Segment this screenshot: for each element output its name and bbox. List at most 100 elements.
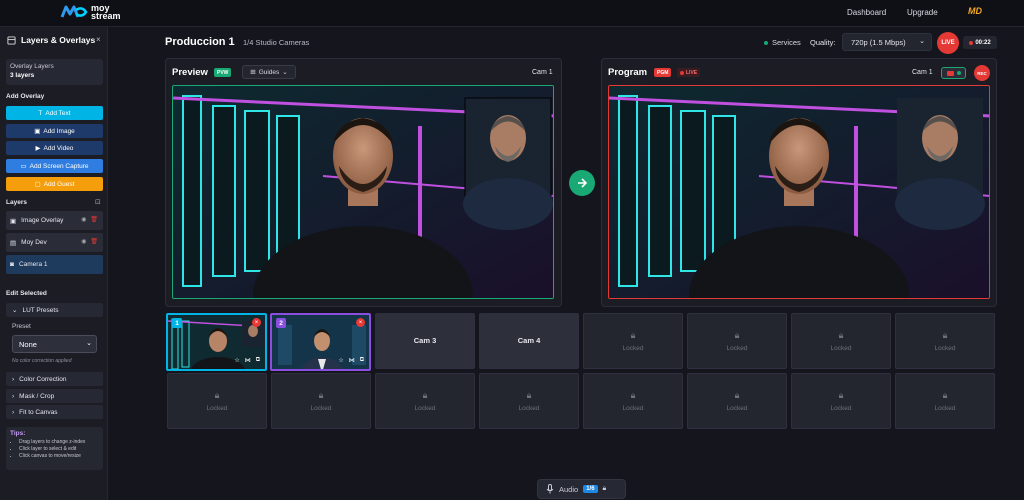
camera-number-badge: 1 (172, 318, 182, 328)
quality-label: Quality: (810, 38, 836, 47)
locked-camera-slot: 🔒︎ Locked (791, 313, 891, 369)
quality-select[interactable]: 720p (1.5 Mbps) ⌄ (842, 33, 932, 51)
locked-label: Locked (830, 345, 852, 352)
add-overlay-heading: Add Overlay (6, 93, 45, 100)
visibility-icon[interactable]: ◉ (81, 216, 86, 223)
go-live-button[interactable]: LIVE (937, 32, 959, 54)
moystream-logo[interactable]: moy stream (60, 4, 121, 21)
locked-label: Locked (726, 345, 748, 352)
lock-icon: 🔒︎ (838, 330, 844, 340)
program-camera-label: Cam 1 (912, 69, 933, 76)
lut-presets-toggle[interactable]: ⌄ LUT Presets (6, 303, 103, 317)
locked-label: Locked (310, 405, 332, 412)
lock-icon: 🔒︎ (602, 485, 607, 492)
tip-item: Click layer to select & edit (19, 446, 99, 453)
layers-expand-icon[interactable]: ⊡ (95, 198, 101, 206)
camera-tile-1[interactable]: 1 × ☆ ⋈ ⧉ (166, 313, 267, 371)
visibility-icon[interactable]: ◉ (81, 238, 86, 245)
share-icon[interactable]: ⋈ (349, 357, 355, 364)
add-screen-capture-button[interactable]: ▭ Add Screen Capture (6, 159, 103, 173)
camera-name: Cam 3 (413, 336, 437, 345)
star-icon[interactable]: ☆ (234, 357, 239, 364)
overlay-layers-count: 3 layers (10, 72, 35, 79)
tip-item: Drag layers to change z-index (19, 439, 99, 446)
trash-icon[interactable]: 🗑 (90, 216, 98, 223)
fit-to-canvas-toggle[interactable]: › Fit to Canvas (6, 405, 103, 419)
layer-label: Camera 1 (18, 261, 48, 268)
nav-upgrade[interactable]: Upgrade (907, 8, 938, 17)
locked-label: Locked (934, 345, 956, 352)
logo-mark-icon (60, 5, 88, 18)
mask-crop-toggle[interactable]: › Mask / Crop (6, 389, 103, 403)
locked-label: Locked (622, 345, 644, 352)
lock-icon: 🔒︎ (734, 390, 740, 400)
add-text-button[interactable]: T Add Text (6, 106, 103, 120)
nav-dashboard[interactable]: Dashboard (847, 8, 886, 17)
add-image-button[interactable]: ▣ Add Image (6, 124, 103, 138)
chevron-down-icon: ⌄ (12, 307, 18, 314)
youtube-destination-toggle[interactable] (941, 67, 966, 79)
add-guest-button[interactable]: ▢ Add Guest (6, 177, 103, 191)
layer-item-moy-dev[interactable]: ▤ Moy Dev ◉ 🗑 (6, 233, 103, 252)
locked-camera-slot: 🔒︎ Locked (687, 313, 787, 369)
record-button[interactable]: REC (974, 65, 990, 81)
layer-item-camera-1[interactable]: ◙ Camera 1 (6, 255, 103, 274)
camera-tile-4[interactable]: Cam 4 (479, 313, 579, 369)
copy-icon[interactable]: ⧉ (360, 357, 364, 364)
copy-icon[interactable]: ⧉ (256, 357, 260, 364)
locked-label: Locked (934, 405, 956, 412)
preview-canvas[interactable] (172, 85, 554, 299)
locked-camera-slot: 🔒︎ Locked (167, 373, 267, 429)
status-dot-icon (764, 40, 768, 45)
monitor-icon: ▭ (20, 163, 27, 170)
camera-tile-3[interactable]: Cam 3 (375, 313, 475, 369)
partner-logo: MD (968, 6, 982, 16)
locked-camera-slot: 🔒︎ Locked (791, 373, 891, 429)
preview-camera-label: Cam 1 (532, 69, 553, 76)
preview-video-image (173, 86, 553, 298)
audio-mixer-button[interactable]: Audio 1/6 🔒︎ (537, 479, 626, 499)
color-correction-toggle[interactable]: › Color Correction (6, 372, 103, 386)
layer-item-image-overlay[interactable]: ▣ Image Overlay ◉ 🗑 (6, 211, 103, 230)
tip-item: Click canvas to move/resize (19, 453, 99, 460)
youtube-icon (946, 70, 954, 76)
lock-icon: 🔒︎ (838, 390, 844, 400)
remove-camera-icon[interactable]: × (252, 318, 261, 327)
lock-icon: 🔒︎ (630, 330, 636, 340)
remove-camera-icon[interactable]: × (356, 318, 365, 327)
chevron-right-icon: › (12, 392, 15, 400)
chevron-down-icon: ⌄ (919, 38, 925, 45)
locked-camera-slot: 🔒︎ Locked (271, 373, 371, 429)
share-icon[interactable]: ⋈ (245, 357, 251, 364)
locked-label: Locked (726, 405, 748, 412)
lock-icon: 🔒︎ (942, 330, 948, 340)
live-dot-icon (680, 70, 684, 75)
preset-select[interactable]: None ⌄ (12, 335, 97, 353)
program-video-image (609, 86, 989, 298)
locked-camera-slot: 🔒︎ Locked (583, 373, 683, 429)
camera-tile-2[interactable]: 2 × ☆ ⋈ ⧉ (270, 313, 371, 371)
preset-label: Preset (12, 323, 31, 330)
locked-camera-slot: 🔒︎ Locked (479, 373, 579, 429)
locked-label: Locked (622, 405, 644, 412)
close-icon[interactable]: × (96, 35, 101, 44)
chevron-right-icon: › (12, 375, 15, 383)
production-title: Produccion 1 (165, 36, 235, 48)
guides-dropdown[interactable]: ⊞ Guides ⌄ (242, 65, 296, 79)
video-icon: ▶ (35, 145, 41, 152)
locked-label: Locked (830, 405, 852, 412)
take-transition-button[interactable] (569, 170, 595, 196)
layer-label: Moy Dev (21, 239, 47, 246)
lock-icon: 🔒︎ (526, 390, 532, 400)
tips-title: Tips: (10, 430, 26, 437)
program-live-badge: LIVE (677, 68, 701, 77)
star-icon[interactable]: ☆ (338, 357, 343, 364)
image-icon: ▣ (10, 217, 17, 225)
services-status[interactable]: Services (764, 38, 801, 47)
program-canvas (608, 85, 990, 299)
program-title: Program (608, 67, 648, 78)
audio-label: Audio (559, 484, 579, 494)
camera-tile-actions: ☆ ⋈ ⧉ (234, 357, 260, 364)
trash-icon[interactable]: 🗑 (90, 238, 98, 245)
add-video-button[interactable]: ▶ Add Video (6, 141, 103, 155)
